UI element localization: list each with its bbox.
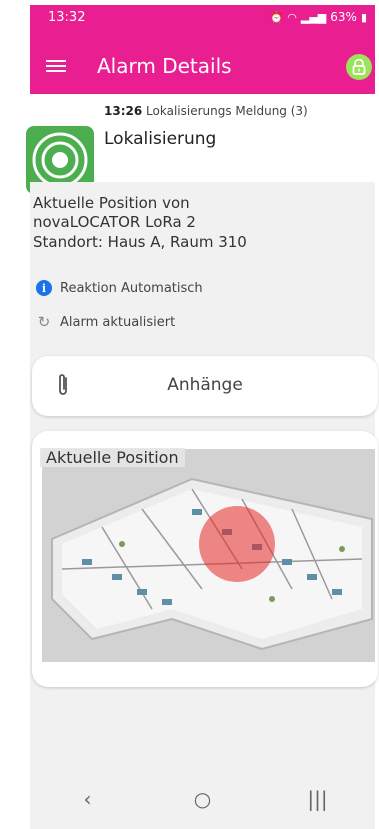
info-line-3: Standort: Haus A, Raum 310 — [33, 233, 247, 251]
attachments-button[interactable]: Anhänge — [32, 356, 378, 416]
signal-icon: ▂▄▆ — [300, 10, 327, 24]
alarm-clock-icon: ⏰ — [269, 10, 284, 24]
position-card — [32, 431, 378, 687]
home-icon[interactable]: ○ — [183, 779, 223, 819]
alarm-title: Lokalisierung — [104, 129, 217, 149]
position-marker — [199, 506, 275, 582]
status-icons: ⏰ ◠ ▂▄▆ 63% ▮ — [270, 10, 367, 24]
info-icon: i — [36, 280, 52, 296]
back-icon[interactable]: ‹ — [68, 779, 108, 819]
status-time: 13:32 — [48, 10, 86, 25]
refresh-icon: ↻ — [37, 313, 51, 331]
alarm-meta: 13:26 Lokalisierungs Meldung (3) — [104, 104, 308, 118]
wifi-icon: ◠ — [287, 10, 297, 24]
reaction-text: Reaktion Automatisch — [60, 280, 203, 296]
attachments-label: Anhänge — [167, 375, 243, 395]
info-line-1: Aktuelle Position von — [33, 194, 190, 212]
map-title: Aktuelle Position — [40, 448, 185, 467]
alarm-message: Lokalisierungs Meldung (3) — [146, 104, 308, 118]
alarm-time: 13:26 — [104, 104, 143, 118]
reaction-row: i Reaktion Automatisch — [36, 280, 203, 296]
updated-row: ↻ Alarm aktualisiert — [36, 313, 176, 331]
floor-plan-image — [42, 449, 375, 662]
system-nav-bar: ‹ ○ ||| — [30, 768, 375, 829]
page-title: Alarm Details — [97, 54, 232, 78]
menu-icon[interactable] — [46, 57, 66, 75]
recents-icon[interactable]: ||| — [298, 779, 338, 819]
battery-icon: ▮ — [360, 10, 367, 24]
battery-level: 63% — [330, 10, 357, 24]
floor-plan-map[interactable] — [42, 449, 375, 662]
lock-icon[interactable] — [346, 54, 372, 80]
updated-text: Alarm aktualisiert — [60, 314, 176, 330]
screen: 13:32 ⏰ ◠ ▂▄▆ 63% ▮ Alarm Details 13:26 … — [0, 0, 379, 829]
info-line-2: novaLOCATOR LoRa 2 — [33, 213, 196, 231]
lock-glyph — [352, 59, 366, 75]
